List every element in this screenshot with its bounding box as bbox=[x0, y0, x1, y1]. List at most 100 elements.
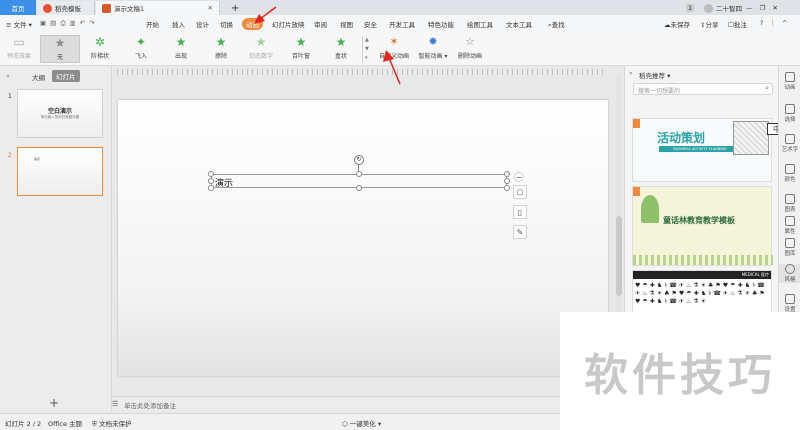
smart-animation-button[interactable]: ✸ 智能动画 ▾ bbox=[416, 35, 450, 63]
resize-handle[interactable] bbox=[208, 185, 214, 191]
tab-outline[interactable]: 大纲 bbox=[32, 72, 45, 82]
preview-icon: ▭ bbox=[13, 35, 25, 49]
preview-effect-button[interactable]: ▭ 预览效果 bbox=[2, 35, 36, 63]
effect-label: 盒状 bbox=[334, 53, 347, 60]
rightbar-properties[interactable]: 属性 bbox=[779, 216, 800, 235]
star-icon: ✲ bbox=[94, 35, 106, 49]
panel-title[interactable]: 稻壳推荐 ▾ bbox=[639, 70, 670, 80]
slide-thumbnail-2[interactable]: 演示 bbox=[17, 147, 103, 196]
effect-appear[interactable]: ★ 出现 bbox=[161, 35, 201, 63]
rightbar-color[interactable]: 颜色 bbox=[779, 164, 800, 183]
menu-insert[interactable]: 插入 bbox=[172, 19, 185, 29]
rightbar-chart[interactable]: 图表 bbox=[779, 194, 800, 213]
rightbar-wordart[interactable]: 艺术字 bbox=[779, 134, 800, 153]
slide-thumbnail-1[interactable]: 空白演示 单击输入您的封面副标题 bbox=[17, 89, 103, 138]
resize-handle[interactable] bbox=[208, 171, 214, 177]
close-tab-icon[interactable]: ✕ bbox=[208, 4, 213, 12]
fill-icon[interactable]: ▯ bbox=[513, 205, 527, 219]
delete-animation-button[interactable]: ☆ 删除动画 bbox=[452, 35, 488, 63]
title-bar: 首页 稻壳模板 演示文稿1 ✕ + 1 二十智四 — ❐ ✕ bbox=[0, 0, 800, 15]
scrollbar-thumb[interactable] bbox=[616, 216, 622, 296]
notes-area[interactable]: ☰ 单击此处添加备注 bbox=[112, 396, 622, 411]
search-icon[interactable]: ⌕ bbox=[765, 84, 769, 93]
menu-review[interactable]: 审阅 bbox=[314, 19, 327, 29]
notes-icon: ☰ bbox=[112, 400, 119, 408]
rightbar-style[interactable]: 风格 bbox=[779, 264, 800, 283]
save-status[interactable]: ☁未保存 bbox=[664, 19, 690, 29]
print-icon[interactable]: ⎙ bbox=[60, 19, 69, 27]
resize-handle[interactable] bbox=[504, 185, 510, 191]
menu-developer[interactable]: 开发工具 bbox=[389, 19, 415, 29]
rightbar-select[interactable]: 选择 bbox=[779, 104, 800, 123]
menu-transition[interactable]: 切换 bbox=[220, 19, 233, 29]
resize-handle[interactable] bbox=[208, 178, 214, 184]
rightbar-label: 选择 bbox=[784, 117, 796, 123]
template-card-2[interactable]: 童话林教育教学模板 bbox=[632, 186, 773, 266]
share-button[interactable]: ⇪分享 bbox=[700, 19, 718, 29]
menu-text-tools[interactable]: 文本工具 bbox=[506, 19, 532, 29]
text-box-content: 演示 bbox=[215, 179, 234, 189]
restore-icon[interactable]: ❐ bbox=[760, 4, 766, 12]
template-card-3[interactable]: MEDICAL 医疗 ♥☂✚♞⚕☎✈♨⚗☀♣⚑♥☂✚♞⚕☎✈♨⚗☀♣⚑♥☂✚♞⚕… bbox=[632, 270, 772, 314]
resize-handle[interactable] bbox=[356, 185, 362, 191]
export-icon[interactable]: ▥ bbox=[70, 19, 80, 27]
resize-handle[interactable] bbox=[356, 171, 362, 177]
star-icon: ★ bbox=[54, 36, 66, 50]
rightbar-settings[interactable]: 设置 bbox=[779, 294, 800, 313]
gallery-scroll[interactable]: ▲ ▼ ▾ bbox=[362, 36, 370, 63]
panel-title-label: 稻壳推荐 bbox=[639, 72, 665, 80]
effect-none[interactable]: ★ 无 bbox=[40, 35, 80, 63]
more-icon[interactable]: ⋮ bbox=[769, 19, 782, 27]
close-window-icon[interactable]: ✕ bbox=[772, 4, 777, 12]
home-tab[interactable]: 首页 bbox=[0, 0, 36, 15]
pen-icon[interactable]: ✎ bbox=[513, 225, 527, 239]
shape-style-icon[interactable]: ⬠ bbox=[513, 185, 527, 199]
menu-special[interactable]: 特色功能 bbox=[428, 19, 454, 29]
menu-design[interactable]: 设计 bbox=[196, 19, 209, 29]
menu-view[interactable]: 视图 bbox=[340, 19, 353, 29]
card-illustration bbox=[733, 121, 769, 155]
shield-icon: ⛨ bbox=[92, 420, 99, 428]
collapse-icon[interactable]: ^ bbox=[782, 19, 793, 27]
print-preview-icon[interactable]: ▤ bbox=[50, 19, 60, 27]
template-card-1[interactable]: 活动策划 BUSINESS ACTIVITY PLANNING 中 bbox=[632, 118, 787, 182]
rotate-handle-icon[interactable]: ↻ bbox=[354, 155, 364, 165]
file-menu[interactable]: ≡ 文件 ▾ bbox=[6, 19, 32, 29]
effect-wipe[interactable]: ★ 擦除 bbox=[201, 35, 241, 63]
search-button[interactable]: ⌕查找 bbox=[548, 19, 565, 30]
minimize-icon[interactable]: — bbox=[746, 4, 753, 12]
tab-docer-templates[interactable]: 稻壳模板 bbox=[37, 1, 95, 15]
protect-status[interactable]: ⛨ 文档未保护 bbox=[92, 418, 131, 429]
beautify-button[interactable]: ⬡ 一键美化 ▾ bbox=[342, 418, 381, 428]
menu-security[interactable]: 安全 bbox=[364, 19, 377, 29]
tab-slides[interactable]: 幻灯片 bbox=[52, 70, 80, 82]
effect-stairs[interactable]: ✲ 阶梯状 bbox=[80, 35, 120, 63]
effect-dynamic-number[interactable]: ★ 劲态数字 bbox=[241, 35, 281, 63]
comment-button[interactable]: ☐批注 bbox=[728, 19, 747, 29]
star-icon: ★ bbox=[215, 35, 227, 49]
undo-icon[interactable]: ↶ bbox=[80, 19, 89, 27]
slide-canvas[interactable]: 演示 ↻ − ⬠ ▯ ✎ bbox=[118, 100, 608, 376]
panel-search-input[interactable]: 搜索一切想要的 ⌕ bbox=[633, 83, 773, 95]
menu-drawing-tools[interactable]: 绘图工具 bbox=[467, 19, 493, 29]
collapse-panel-icon[interactable]: « bbox=[6, 73, 10, 80]
effect-blinds[interactable]: ★ 百叶窗 bbox=[281, 35, 321, 63]
color-icon bbox=[785, 164, 795, 174]
gear-icon bbox=[785, 294, 795, 304]
menu-icon: ≡ bbox=[6, 21, 14, 29]
rightbar-animation[interactable]: 动画 bbox=[779, 72, 800, 91]
collapse-panel-icon[interactable]: » bbox=[629, 70, 633, 77]
resize-handle[interactable] bbox=[504, 171, 510, 177]
collapse-tools-icon[interactable]: − bbox=[514, 172, 524, 182]
theme-name[interactable]: Office 主题 bbox=[48, 418, 82, 428]
effect-fly-in[interactable]: ✦ 飞入 bbox=[121, 35, 161, 63]
menu-start[interactable]: 开始 bbox=[146, 19, 159, 29]
add-slide-button[interactable]: + bbox=[49, 396, 59, 410]
effect-label: 劲态数字 bbox=[248, 53, 273, 60]
redo-icon[interactable]: ↷ bbox=[89, 19, 98, 27]
effect-box[interactable]: ★ 盒状 bbox=[321, 35, 361, 63]
resize-handle[interactable] bbox=[504, 178, 510, 184]
save-icon[interactable]: ▣ bbox=[40, 19, 50, 27]
tab-presentation-1[interactable]: 演示文稿1 ✕ bbox=[96, 1, 220, 15]
rightbar-gallery[interactable]: 图库 bbox=[779, 238, 800, 257]
